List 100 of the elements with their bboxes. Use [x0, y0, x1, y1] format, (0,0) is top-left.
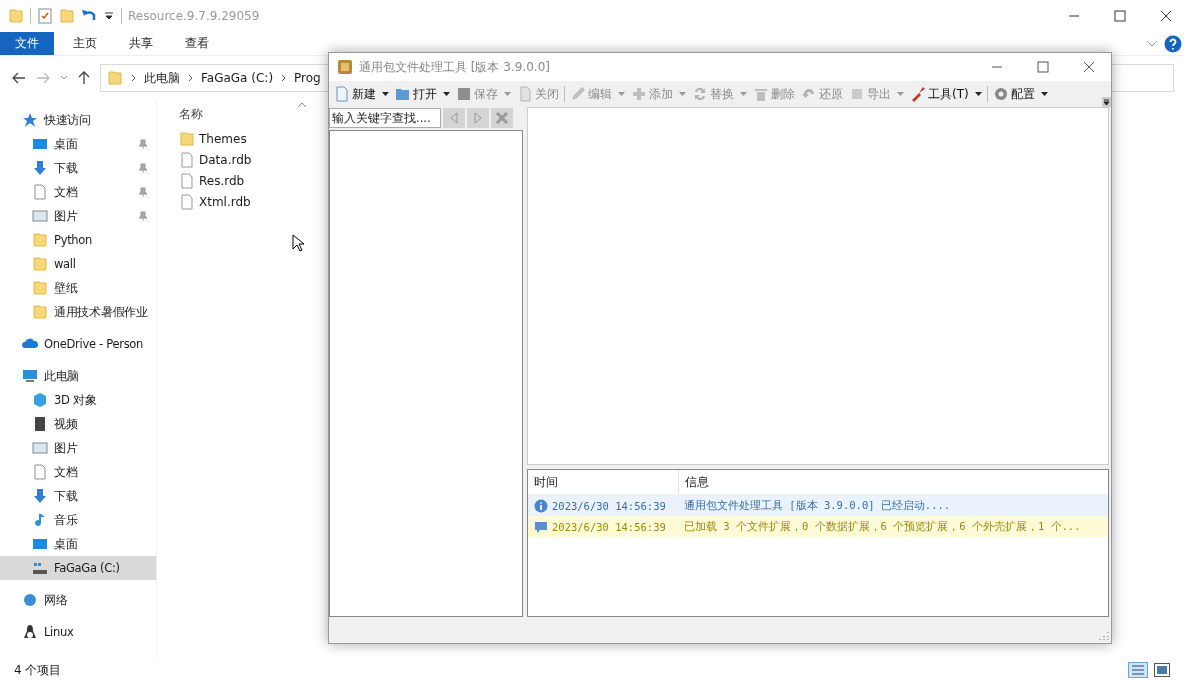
- star-icon: [22, 112, 38, 128]
- folder-icon: [179, 130, 195, 147]
- file-item[interactable]: Res.rdb: [179, 170, 245, 191]
- nav-item[interactable]: 文档: [0, 180, 156, 204]
- file-icon: [179, 151, 195, 168]
- resize-grip-icon[interactable]: [1099, 631, 1109, 641]
- folder-icon: [107, 70, 123, 86]
- gear-icon: [992, 86, 1009, 102]
- edit-icon: [570, 86, 586, 102]
- drive-icon: [32, 560, 48, 576]
- file-icon: [179, 193, 195, 210]
- chevron-right-icon[interactable]: [131, 74, 136, 82]
- close-icon[interactable]: [1083, 61, 1095, 73]
- dropdown-icon[interactable]: [105, 12, 113, 20]
- nav-item[interactable]: 3D 对象: [0, 388, 156, 412]
- app-icon: [337, 59, 353, 75]
- toolbar-button[interactable]: 工具(T): [907, 83, 985, 105]
- log-row[interactable]: 2023/6/30 14:56:39 已加载 3 个文件扩展，0 个数据扩展，6 个预览扩展，6 个外壳扩展，1 个...: [528, 516, 1108, 537]
- nav-item[interactable]: 音乐: [0, 508, 156, 532]
- ribbon-tab[interactable]: 主页: [60, 32, 110, 55]
- close-icon[interactable]: [1160, 10, 1172, 22]
- back-arrow-icon[interactable]: [12, 72, 26, 84]
- details-view-icon[interactable]: [1128, 662, 1148, 678]
- folder-icon: [32, 304, 48, 320]
- info-icon: [534, 498, 548, 513]
- toolbar-button[interactable]: 打开: [392, 83, 453, 105]
- nav-item[interactable]: 视频: [0, 412, 156, 436]
- log-row[interactable]: 2023/6/30 14:56:39 通用包文件处理工具 [版本 3.9.0.0] 已经启动....: [528, 495, 1108, 516]
- left-triangle-icon: [450, 112, 458, 124]
- nav-item[interactable]: 通用技术暑假作业: [0, 300, 156, 324]
- tools-icon: [910, 86, 926, 102]
- message-icon: [534, 519, 548, 534]
- ribbon-tab[interactable]: 共享: [116, 32, 166, 55]
- column-header[interactable]: 时间: [528, 470, 679, 494]
- maximize-icon[interactable]: [1114, 10, 1126, 22]
- right-triangle-icon: [474, 112, 482, 124]
- nav-item[interactable]: 下载: [0, 484, 156, 508]
- log-time: 2023/6/30 14:56:39: [552, 520, 666, 533]
- nav-item[interactable]: 桌面: [0, 132, 156, 156]
- maximize-icon[interactable]: [1037, 61, 1049, 73]
- overflow-icon[interactable]: [1102, 97, 1111, 107]
- column-header[interactable]: 名称: [179, 105, 203, 123]
- replace-icon: [692, 86, 708, 102]
- window-title: Resource.9.7.9.29059: [128, 9, 260, 23]
- delete-icon: [753, 86, 769, 102]
- download-icon: [32, 488, 48, 504]
- nav-item[interactable]: OneDrive - Person: [0, 332, 156, 356]
- folder-icon: [32, 256, 48, 272]
- nav-item[interactable]: 此电脑: [0, 364, 156, 388]
- pc-icon: [22, 368, 38, 384]
- column-header[interactable]: 信息: [679, 474, 1108, 490]
- ribbon-tab[interactable]: 文件: [0, 32, 54, 55]
- chevron-right-icon[interactable]: [281, 74, 287, 82]
- nav-item[interactable]: wall: [0, 252, 156, 276]
- document-icon: [32, 464, 48, 480]
- toolbar-button[interactable]: 配置: [989, 83, 1051, 105]
- breadcrumb-item[interactable]: 此电脑: [144, 69, 180, 87]
- close-icon: [517, 86, 533, 102]
- thumbnail-view-icon[interactable]: [1154, 663, 1170, 677]
- nav-item[interactable]: Python: [0, 228, 156, 252]
- nav-item[interactable]: 壁纸: [0, 276, 156, 300]
- file-item[interactable]: Data.rdb: [179, 149, 252, 170]
- help-icon[interactable]: [1164, 34, 1182, 53]
- up-arrow-icon[interactable]: [78, 71, 90, 85]
- log-message: 通用包文件处理工具 [版本 3.9.0.0] 已经启动....: [683, 498, 952, 513]
- nav-item[interactable]: 图片: [0, 204, 156, 228]
- breadcrumb-item[interactable]: Prog: [294, 71, 321, 85]
- nav-item[interactable]: 文档: [0, 460, 156, 484]
- file-item[interactable]: Xtml.rdb: [179, 191, 251, 212]
- file-icon: [179, 172, 195, 189]
- item-count: 4 个项目: [14, 661, 62, 679]
- checklist-icon[interactable]: [37, 8, 53, 24]
- document-icon: [32, 184, 48, 200]
- chevron-icon[interactable]: [1146, 39, 1158, 48]
- toolbar-button[interactable]: 新建: [331, 83, 392, 105]
- log-message: 已加载 3 个文件扩展，0 个数据扩展，6 个预览扩展，6 个外壳扩展，1 个...: [683, 519, 1082, 534]
- add-icon: [631, 86, 647, 102]
- clear-icon: [495, 111, 509, 125]
- breadcrumb-item[interactable]: FaGaGa (C:): [201, 71, 274, 85]
- file-item[interactable]: Themes: [179, 128, 247, 149]
- nav-item[interactable]: 网络: [0, 588, 156, 612]
- picture-icon: [32, 208, 48, 224]
- nav-item[interactable]: 图片: [0, 436, 156, 460]
- nav-item[interactable]: 桌面: [0, 532, 156, 556]
- open-icon: [395, 86, 411, 102]
- nav-item[interactable]: FaGaGa (C:): [0, 556, 156, 580]
- nav-item[interactable]: 下载: [0, 156, 156, 180]
- folder-icon: [32, 232, 48, 248]
- log-time: 2023/6/30 14:56:39: [552, 499, 666, 512]
- mouse-cursor-icon: [292, 234, 304, 252]
- window-title: 通用包文件处理工具 [版本 3.9.0.0]: [359, 58, 550, 76]
- ribbon-tab[interactable]: 查看: [172, 32, 222, 55]
- chevron-icon[interactable]: [60, 75, 68, 81]
- cube-icon: [32, 392, 48, 408]
- search-field[interactable]: 输入关键字查找....: [329, 108, 441, 128]
- chevron-right-icon[interactable]: [188, 74, 193, 82]
- nav-item[interactable]: Linux: [0, 620, 156, 644]
- nav-item[interactable]: 快速访问: [0, 108, 156, 132]
- desktop-icon: [32, 536, 48, 552]
- desktop-icon: [32, 136, 48, 152]
